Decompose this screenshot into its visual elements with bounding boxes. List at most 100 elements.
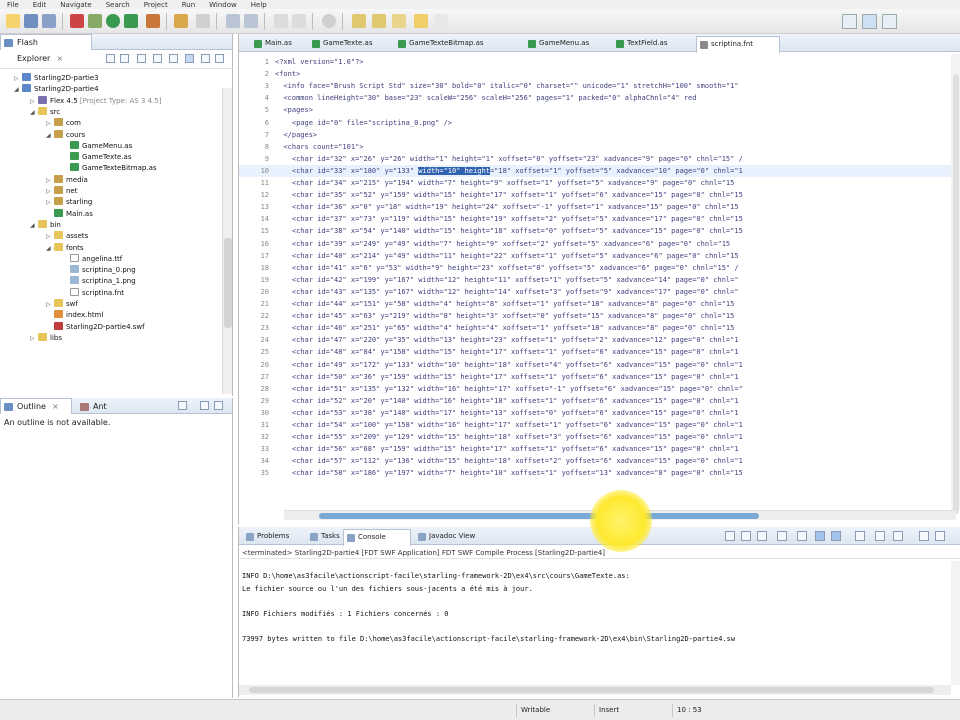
tab-flash-explorer[interactable]: Flash Explorer × bbox=[0, 34, 92, 63]
view-mode-icon[interactable] bbox=[185, 54, 194, 63]
view-menu-icon[interactable] bbox=[178, 401, 187, 410]
tree-item[interactable]: ◢ fonts bbox=[46, 242, 84, 254]
back-icon[interactable] bbox=[106, 54, 115, 63]
tree-item[interactable]: ▷ swf bbox=[46, 299, 78, 310]
tab-problems[interactable]: Problems bbox=[243, 529, 303, 545]
clear-console-icon[interactable] bbox=[777, 531, 787, 541]
perspective-debug-icon[interactable] bbox=[882, 14, 897, 29]
forward-icon[interactable] bbox=[372, 14, 386, 28]
tab-gametexte-as[interactable]: GameTexte.as bbox=[309, 36, 391, 52]
tree-item[interactable]: GameMenu.as bbox=[62, 140, 132, 152]
expand-toggle-icon[interactable]: ▷ bbox=[46, 197, 54, 208]
search-icon[interactable] bbox=[196, 14, 210, 28]
forward-icon[interactable] bbox=[120, 54, 129, 63]
open-perspective-icon[interactable] bbox=[842, 14, 857, 29]
tree-item[interactable]: scriptina_0.png bbox=[62, 265, 136, 276]
expand-toggle-icon[interactable]: ▷ bbox=[14, 73, 22, 84]
toggle-mark-icon[interactable] bbox=[226, 14, 240, 28]
expand-toggle-icon[interactable]: ▷ bbox=[30, 96, 38, 107]
tree-item[interactable]: ▷ media bbox=[46, 174, 88, 186]
word-wrap-icon[interactable] bbox=[815, 531, 825, 541]
menu-item-help[interactable]: Help bbox=[244, 2, 274, 9]
perspective-fdt-icon[interactable] bbox=[862, 14, 877, 29]
pin-icon[interactable] bbox=[244, 14, 258, 28]
run-config-icon[interactable] bbox=[124, 14, 138, 28]
scroll-lock-icon[interactable] bbox=[797, 531, 807, 541]
tab-tasks[interactable]: Tasks bbox=[307, 529, 341, 545]
tree-item[interactable]: ▷ com bbox=[46, 118, 81, 129]
menu-item-edit[interactable]: Edit bbox=[26, 2, 54, 9]
tree-item[interactable]: angelina.ttf bbox=[62, 253, 122, 265]
expand-toggle-icon[interactable]: ◢ bbox=[14, 84, 22, 95]
expand-toggle-icon[interactable]: ▷ bbox=[46, 231, 54, 242]
navigate-back-icon[interactable] bbox=[414, 14, 428, 28]
prev-annotation-icon[interactable] bbox=[292, 14, 306, 28]
tab-scriptina-fnt[interactable]: scriptina.fnt bbox=[696, 36, 780, 53]
filter-icon[interactable] bbox=[169, 54, 178, 63]
expand-toggle-icon[interactable]: ◢ bbox=[46, 243, 54, 254]
tree-item[interactable]: scriptina.fnt bbox=[62, 287, 124, 299]
display-console-icon[interactable] bbox=[875, 531, 885, 541]
tree-item[interactable]: Main.as bbox=[46, 208, 93, 220]
tree-item[interactable]: ◢ Starling2D-partie4 bbox=[14, 84, 99, 95]
tree-item[interactable]: ▷ Flex 4.5 [Project Type: AS 3 4.5] bbox=[30, 95, 161, 107]
new-icon[interactable] bbox=[6, 14, 20, 28]
scrollbar-thumb[interactable] bbox=[249, 687, 934, 693]
remove-all-icon[interactable] bbox=[757, 531, 767, 541]
build-icon[interactable] bbox=[70, 14, 84, 28]
view-menu-icon[interactable] bbox=[201, 54, 210, 63]
code-view[interactable]: 1 <?xml version="1.0"?> 2 <font> 3 <info fac… bbox=[239, 54, 960, 519]
tree-item[interactable]: GameTexte.as bbox=[62, 152, 131, 163]
tree-item[interactable]: ▷ starling bbox=[46, 197, 92, 208]
run-icon[interactable] bbox=[106, 14, 120, 28]
console-hscroll[interactable] bbox=[239, 685, 951, 695]
menu-item-project[interactable]: Project bbox=[137, 2, 175, 9]
menu-item-navigate[interactable]: Navigate bbox=[53, 2, 98, 9]
minimize-icon[interactable] bbox=[215, 54, 224, 63]
expand-toggle-icon[interactable]: ▷ bbox=[46, 299, 54, 310]
show-on-output-icon[interactable] bbox=[831, 531, 841, 541]
tab-main-as[interactable]: Main.as bbox=[251, 36, 305, 52]
scrollbar-thumb[interactable] bbox=[953, 74, 959, 514]
console-vscroll[interactable] bbox=[951, 561, 960, 685]
tab-javadoc-view[interactable]: Javadoc View bbox=[415, 529, 495, 545]
tree-item[interactable]: Starling2D-partie4.swf bbox=[46, 321, 145, 333]
close-icon[interactable]: × bbox=[52, 402, 59, 411]
minimize-icon[interactable] bbox=[919, 531, 929, 541]
last-edit-icon[interactable] bbox=[392, 14, 406, 28]
expand-toggle-icon[interactable]: ◢ bbox=[46, 130, 54, 141]
save-icon[interactable] bbox=[24, 14, 38, 28]
remove-launch-icon[interactable] bbox=[741, 531, 751, 541]
tree-item[interactable]: ◢ src bbox=[30, 106, 60, 118]
scrollbar-thumb[interactable] bbox=[224, 238, 232, 328]
menu-item-run[interactable]: Run bbox=[175, 2, 202, 9]
tree-item[interactable]: ▷ assets bbox=[46, 231, 88, 242]
maximize-icon[interactable] bbox=[935, 531, 945, 541]
external-tools-icon[interactable] bbox=[146, 14, 160, 28]
pin-console-icon[interactable] bbox=[855, 531, 865, 541]
expand-toggle-icon[interactable]: ◢ bbox=[30, 220, 38, 231]
link-editor-icon[interactable] bbox=[153, 54, 162, 63]
expand-toggle-icon[interactable]: ▷ bbox=[46, 175, 54, 186]
open-console-icon[interactable] bbox=[893, 531, 903, 541]
console-output[interactable]: INFO D:\home\as3facile\actionscript-faci… bbox=[239, 561, 951, 685]
navigate-forward-icon[interactable] bbox=[434, 14, 448, 28]
menu-item-search[interactable]: Search bbox=[99, 2, 137, 9]
terminate-icon[interactable] bbox=[725, 531, 735, 541]
tree-item[interactable]: ▷ Starling2D-partie3 bbox=[14, 73, 99, 84]
maximize-icon[interactable] bbox=[214, 401, 223, 410]
tree-item[interactable]: index.html bbox=[46, 310, 103, 321]
tab-ant[interactable]: Ant bbox=[76, 398, 122, 414]
tab-console[interactable]: Console bbox=[343, 529, 411, 546]
minimize-icon[interactable] bbox=[200, 401, 209, 410]
tab-gametextebitmap-as[interactable]: GameTexteBitmap.as bbox=[395, 36, 521, 52]
expand-toggle-icon[interactable]: ▷ bbox=[46, 118, 54, 129]
menu-item-window[interactable]: Window bbox=[202, 2, 244, 9]
tree-item[interactable]: scriptina_1.png bbox=[62, 276, 136, 287]
expand-toggle-icon[interactable]: ▷ bbox=[30, 333, 38, 344]
tree-item[interactable]: ▷ libs bbox=[30, 332, 62, 344]
expand-toggle-icon[interactable]: ◢ bbox=[30, 107, 38, 118]
scrollbar-thumb[interactable] bbox=[319, 513, 759, 519]
collapse-all-icon[interactable] bbox=[137, 54, 146, 63]
tab-gamemenu-as[interactable]: GameMenu.as bbox=[525, 36, 609, 52]
